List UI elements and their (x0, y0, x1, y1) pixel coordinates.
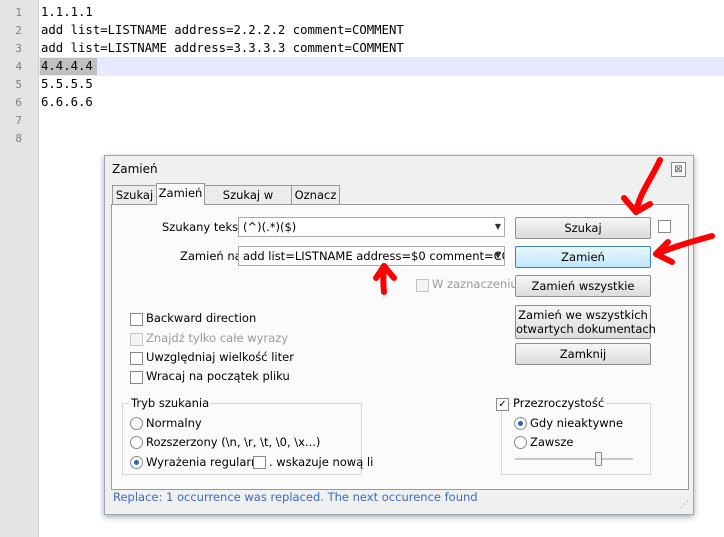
whole-words-checkbox[interactable] (130, 333, 143, 346)
search-mode-title: Tryb szukania (129, 396, 212, 410)
mode-extended-radio[interactable] (130, 436, 143, 449)
button-line: Zamień we wszystkich (518, 308, 648, 322)
code-line-current[interactable]: 4.4.4.4 (41, 57, 93, 76)
match-case-label: Uwzględniaj wielkość liter (146, 350, 294, 364)
transparency-inactive-label: Gdy nieaktywne (530, 416, 624, 430)
whole-words-label: Znajdź tylko całe wyrazy (146, 331, 289, 345)
replace-label: Zamień na: (180, 249, 246, 263)
line-number: 8 (15, 132, 22, 145)
dialog-title: Zamień (112, 162, 158, 176)
chevron-down-icon[interactable]: ▼ (495, 247, 501, 265)
close-icon[interactable]: ⊠ (671, 162, 686, 177)
transparency-slider[interactable] (595, 452, 602, 466)
replace-all-open-docs-button[interactable]: Zamień we wszystkich otwartych dokumenta… (515, 305, 656, 339)
find-input-value: (^)(.*)($) (243, 220, 297, 234)
backward-checkbox[interactable] (130, 313, 143, 326)
line-number: 5 (15, 78, 22, 91)
current-line-highlight (39, 57, 724, 76)
code-line[interactable]: 1.1.1.1 (41, 3, 93, 22)
transparency-slider-track (515, 458, 633, 460)
tab-find-in-files[interactable]: Szukaj w plikach (204, 185, 292, 221)
chevron-down-icon[interactable]: ▼ (495, 218, 501, 236)
code-line[interactable]: 6.6.6.6 (41, 93, 93, 112)
status-message: Replace: 1 occurrence was replaced. The … (113, 490, 478, 504)
button-line: otwartych dokumentach (516, 322, 656, 336)
find-option-checkbox[interactable] (658, 220, 671, 233)
line-number: 3 (15, 42, 22, 55)
find-input[interactable]: (^)(.*)($) ▼ (238, 217, 505, 237)
replace-input-value: add list=LISTNAME address=$0 comment=COM… (243, 249, 504, 263)
close-button[interactable]: Zamknij (515, 343, 651, 365)
wrap-around-label: Wracaj na początek pliku (146, 369, 290, 383)
replace-all-button[interactable]: Zamień wszystkie (515, 275, 651, 297)
line-number: 1 (15, 6, 22, 19)
code-line[interactable]: 5.5.5.5 (41, 75, 93, 94)
transparency-always-label: Zawsze (530, 435, 574, 449)
replace-dialog: Zamień ⊠ Szukaj Zamień Szukaj w plikach … (104, 155, 694, 515)
in-selection-label: W zaznaczeniu (432, 277, 518, 291)
mode-normal-radio[interactable] (130, 417, 143, 430)
dot-newline-checkbox[interactable] (253, 456, 266, 469)
wrap-around-checkbox[interactable] (130, 371, 143, 384)
transparency-inactive-radio[interactable] (514, 417, 527, 430)
tab-find[interactable]: Szukaj (112, 185, 157, 205)
tab-replace[interactable]: Zamień (156, 183, 205, 205)
match-case-checkbox[interactable] (130, 352, 143, 365)
code-line[interactable]: add list=LISTNAME address=2.2.2.2 commen… (41, 21, 404, 40)
in-selection-checkbox[interactable] (416, 279, 429, 292)
line-number: 2 (15, 24, 22, 37)
dialog-titlebar[interactable]: Zamień ⊠ (105, 156, 693, 183)
dot-newline-label: . wskazuje nową li (269, 455, 374, 469)
mode-regex-radio[interactable] (130, 456, 143, 469)
code-line[interactable]: add list=LISTNAME address=3.3.3.3 commen… (41, 39, 404, 58)
replace-input[interactable]: add list=LISTNAME address=$0 comment=COM… (238, 246, 505, 266)
replace-button[interactable]: Zamień (515, 246, 651, 268)
line-number: 4 (15, 60, 22, 73)
backward-label: Backward direction (146, 311, 257, 325)
line-number: 7 (15, 114, 22, 127)
mode-normal-label: Normalny (146, 416, 202, 430)
tab-mark[interactable]: Oznacz (291, 185, 340, 205)
find-button[interactable]: Szukaj (515, 217, 651, 239)
mode-regex-label: Wyrażenia regularne (146, 455, 266, 469)
replace-panel: Szukany tekst: (^)(.*)($) ▼ Zamień na: a… (111, 204, 689, 490)
line-number: 6 (15, 96, 22, 109)
transparency-title: Przezroczystość (511, 396, 607, 410)
transparency-always-radio[interactable] (514, 436, 527, 449)
resize-grip-icon[interactable]: ⋰ (680, 500, 690, 510)
find-label: Szukany tekst: (162, 220, 247, 234)
mode-extended-label: Rozszerzony (\n, \r, \t, \0, \x...) (146, 435, 321, 449)
transparency-checkbox[interactable]: ✓ (496, 398, 509, 411)
